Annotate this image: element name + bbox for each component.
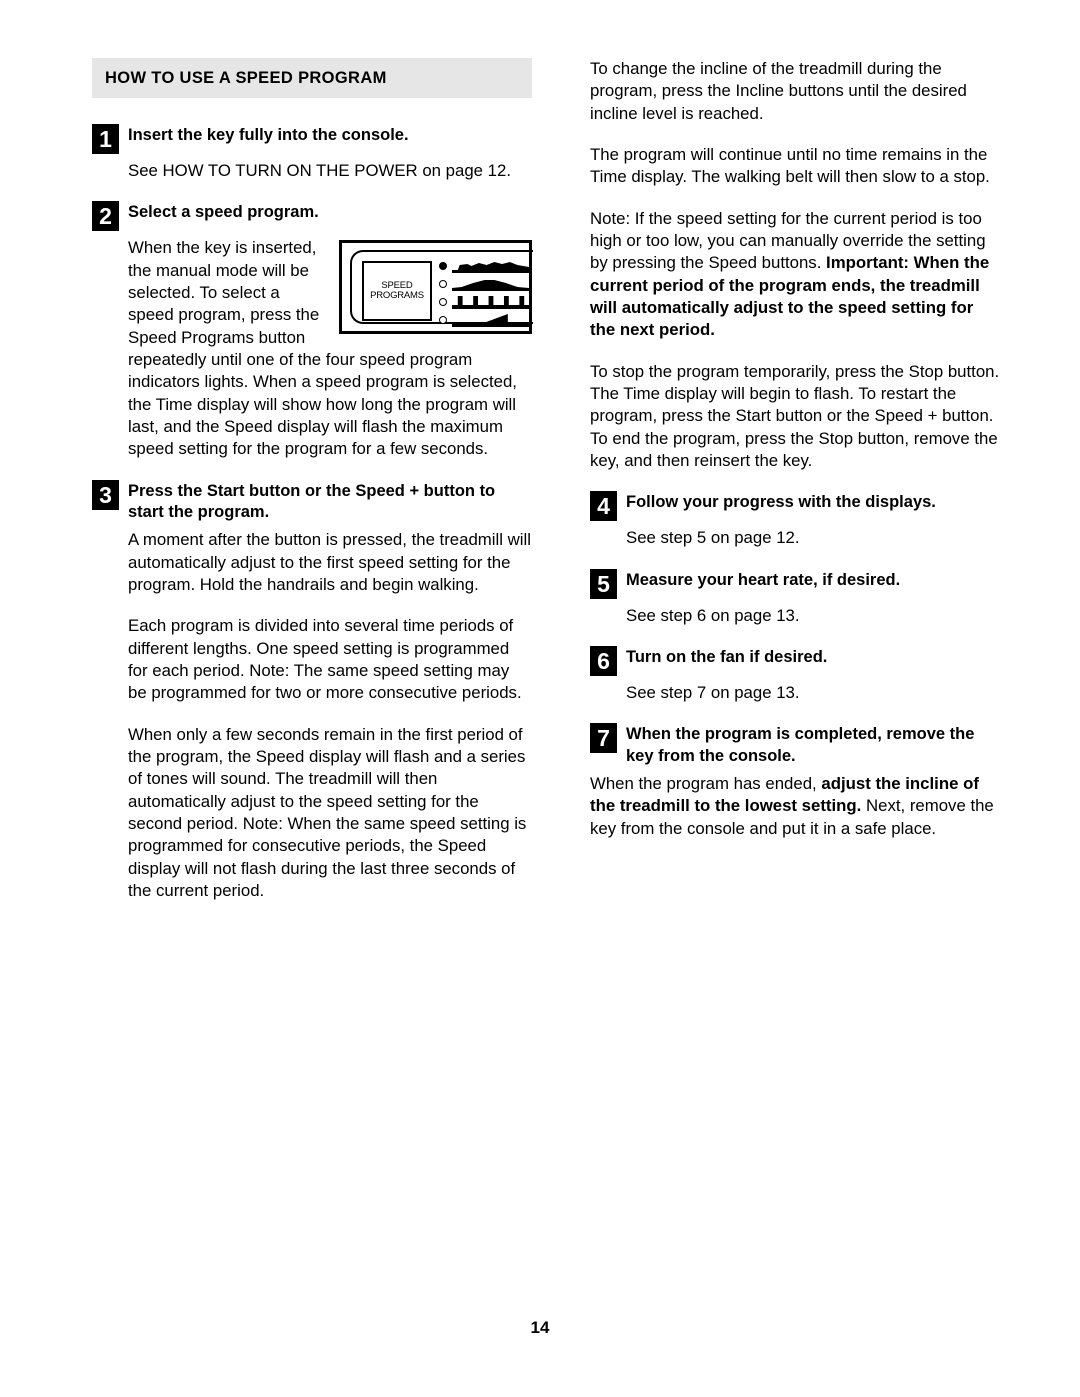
step-6-number: 6: [590, 645, 617, 676]
step-7-title: When the program is completed, remove th…: [626, 725, 975, 765]
indicator-led-icon: [439, 297, 447, 306]
left-column: HOW TO USE A SPEED PROGRAM 1 Insert the …: [92, 58, 533, 921]
step-3-body-3: When only a few seconds remain in the fi…: [128, 724, 527, 901]
smooth-hill-profile-icon: [452, 279, 529, 291]
speed-programs-label-line2: PROGRAMS: [370, 290, 424, 302]
console-figure: SPEED PROGRAMS: [339, 240, 533, 335]
step-4: 4 Follow your progress with the displays…: [590, 491, 1000, 522]
step-1-number: 1: [92, 124, 119, 154]
step-2: 2 Select a speed program.: [92, 201, 532, 232]
indicator-led-icon: [439, 315, 447, 324]
step-6-title: Turn on the fan if desired.: [626, 647, 828, 666]
program-indicator-row: [439, 275, 529, 292]
step-3-title: Press the Start button or the Speed + bu…: [128, 481, 496, 522]
step-2-number: 2: [92, 201, 119, 232]
interval-spikes-profile-icon: [452, 295, 529, 309]
step-6: 6 Turn on the fan if desired.: [590, 645, 1000, 676]
indicator-led-icon: [439, 279, 447, 288]
step-2-title: Select a speed program.: [128, 203, 319, 222]
paragraph-stop-program: To stop the program temporarily, press t…: [590, 361, 1000, 470]
step-1-body: See HOW TO TURN ON THE POWER on page 12.: [128, 161, 511, 180]
program-indicator-row: [439, 293, 529, 310]
bumpy-plateau-profile-icon: [452, 261, 529, 273]
speed-programs-button[interactable]: SPEED PROGRAMS: [362, 261, 432, 322]
console-diagram: SPEED PROGRAMS: [339, 240, 533, 335]
step-5-body: See step 6 on page 13.: [626, 605, 800, 625]
step-2-body-block: SPEED PROGRAMS When the key is inserted,…: [92, 237, 533, 460]
step-1-title: Insert the key fully into the console.: [128, 126, 409, 144]
step-4-number: 4: [590, 491, 617, 522]
step-3: 3 Press the Start button or the Speed + …: [92, 479, 532, 524]
step-3-number: 3: [92, 479, 119, 510]
step-7-body-part1: When the program has ended,: [590, 774, 822, 794]
step-7-body: When the program has ended, adjust the i…: [590, 773, 1000, 840]
step-7-number: 7: [590, 723, 617, 754]
paragraph-note-important: Note: If the speed setting for the curre…: [590, 208, 1000, 342]
page-title: HOW TO USE A SPEED PROGRAM: [105, 69, 387, 87]
document-page: HOW TO USE A SPEED PROGRAM 1 Insert the …: [0, 0, 1080, 1397]
step-1: 1 Insert the key fully into the console.: [92, 124, 532, 154]
program-indicator-list: [439, 257, 529, 329]
step-5: 5 Measure your heart rate, if desired.: [590, 568, 1000, 599]
right-column: To change the incline of the treadmill d…: [590, 58, 1000, 859]
paragraph-program-continue: The program will continue until no time …: [590, 144, 990, 187]
step-4-body: See step 5 on page 12.: [626, 528, 800, 548]
step-5-number: 5: [590, 568, 617, 599]
page-number: 14: [530, 1318, 550, 1337]
indicator-led-icon: [439, 261, 447, 270]
paragraph-incline: To change the incline of the treadmill d…: [590, 59, 967, 123]
ramp-up-profile-icon: [452, 313, 529, 327]
program-indicator-row: [439, 311, 529, 328]
step-3-body-2: Each program is divided into several tim…: [128, 616, 522, 703]
program-indicator-row: [439, 257, 529, 274]
step-7: 7 When the program is completed, remove …: [590, 723, 1000, 767]
step-3-body-1: A moment after the button is pressed, th…: [128, 530, 531, 595]
step-4-title: Follow your progress with the displays.: [626, 493, 936, 512]
section-header-band: HOW TO USE A SPEED PROGRAM: [92, 58, 532, 98]
step-6-body: See step 7 on page 13.: [626, 682, 800, 702]
step-5-title: Measure your heart rate, if desired.: [626, 570, 901, 589]
